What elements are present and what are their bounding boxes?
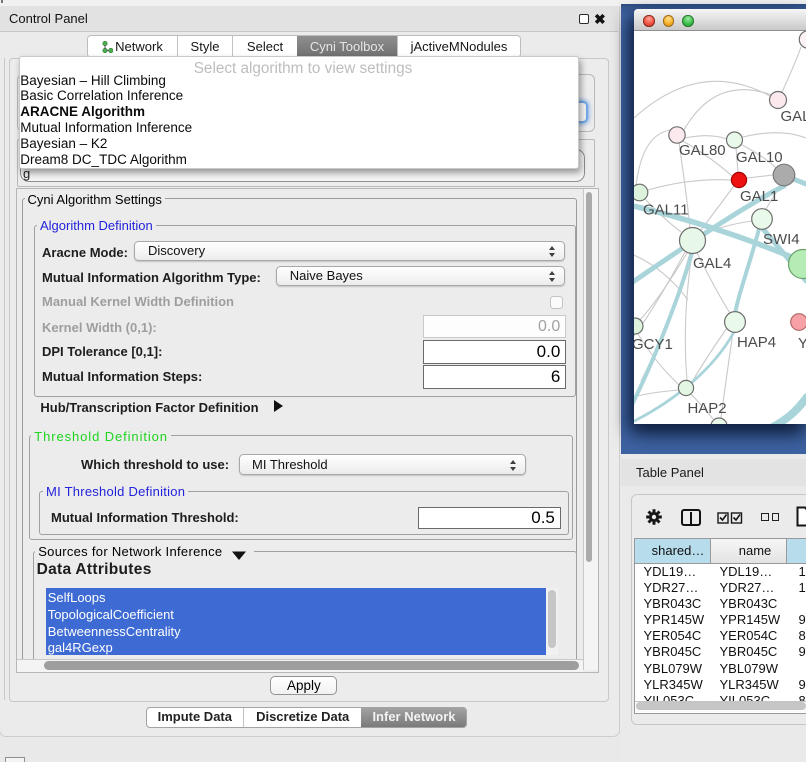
svg-text:GAL4: GAL4 [693, 255, 731, 272]
svg-text:HAP4: HAP4 [737, 334, 776, 351]
svg-text:HAP2: HAP2 [688, 400, 727, 417]
svg-text:GAL11: GAL11 [643, 201, 689, 218]
svg-text:Y: Y [798, 335, 806, 352]
svg-text:GCY1: GCY1 [634, 336, 673, 353]
svg-text:GAL10: GAL10 [736, 149, 783, 166]
svg-text:GAL2: GAL2 [780, 108, 806, 125]
svg-text:SWI4: SWI4 [763, 231, 800, 248]
svg-text:GAL1: GAL1 [740, 188, 778, 205]
svg-text:GAL80: GAL80 [679, 142, 726, 159]
